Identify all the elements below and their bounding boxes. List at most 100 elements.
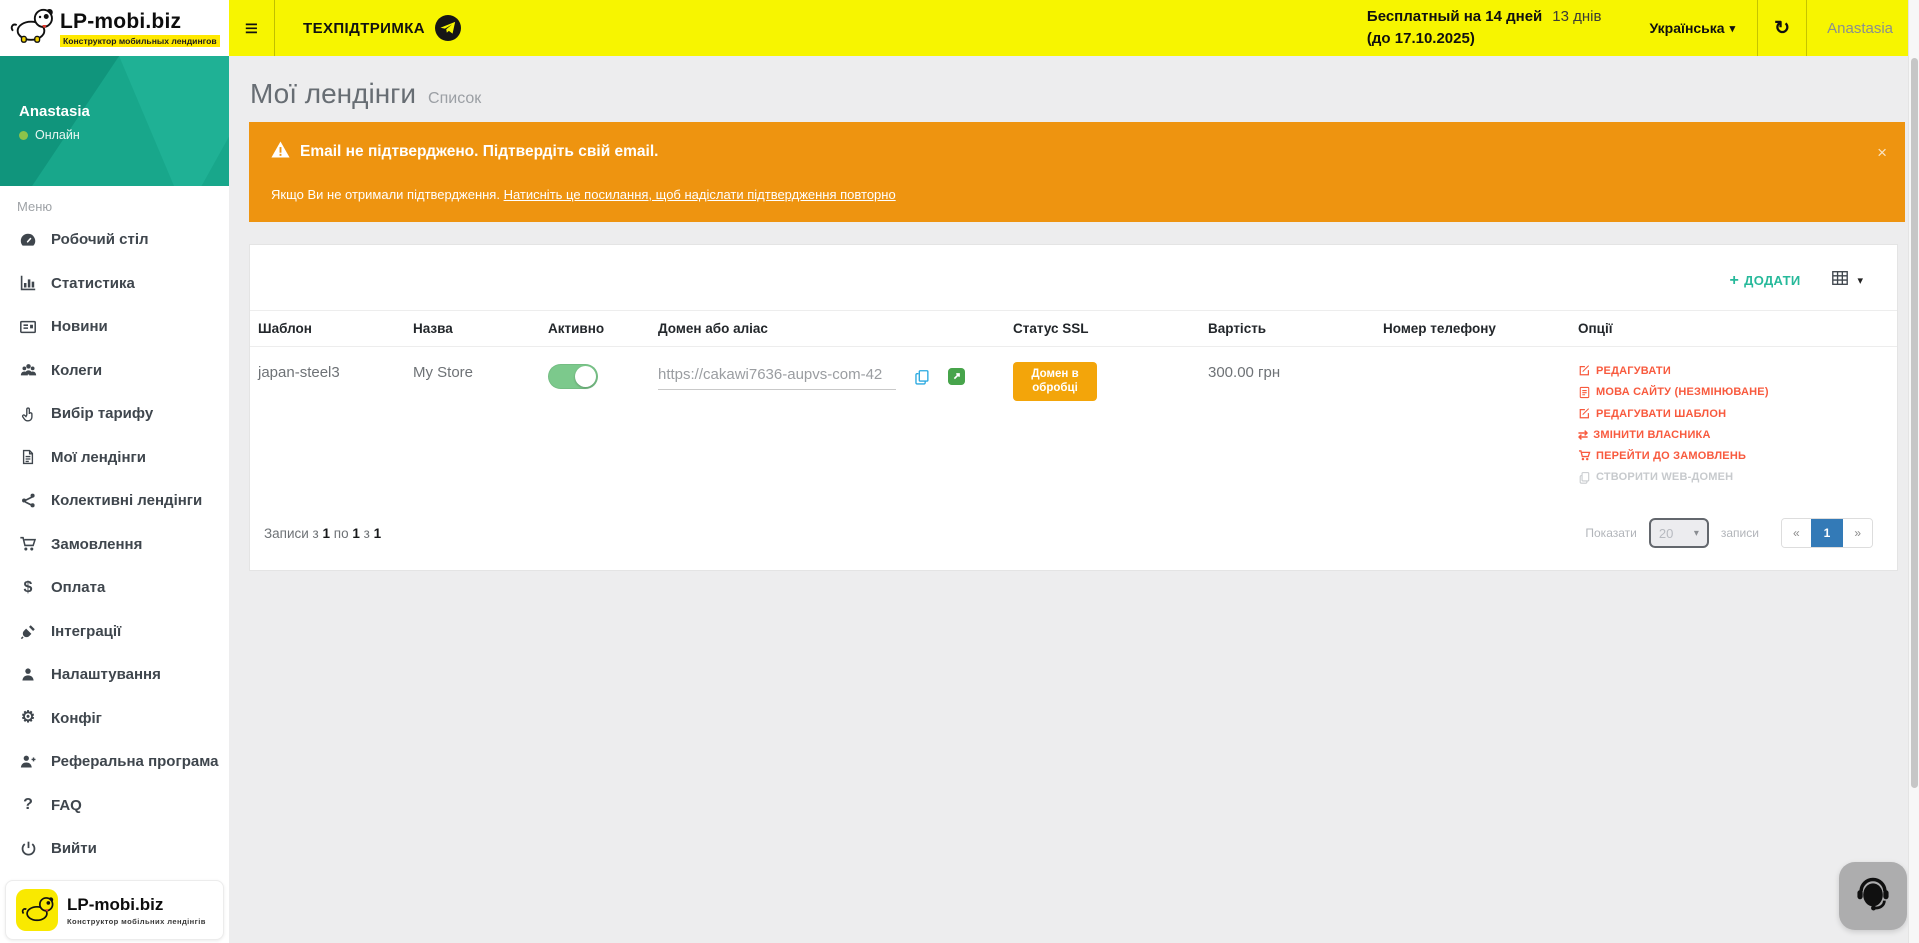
page-header: Мої лендінги Список	[249, 56, 1898, 122]
user-plus-icon	[18, 753, 38, 770]
col-active: Активно	[540, 311, 650, 347]
domain-input[interactable]	[658, 364, 896, 390]
support-chat-widget[interactable]	[1839, 862, 1907, 930]
bar-chart-icon	[18, 274, 38, 292]
sidebar-item-referral[interactable]: Реферальна програма	[0, 740, 229, 784]
open-external-icon[interactable]	[948, 368, 965, 385]
cell-domain	[650, 347, 1005, 503]
col-name: Назва	[405, 311, 540, 347]
edit-icon	[1578, 364, 1591, 377]
col-phone: Номер телефону	[1375, 311, 1570, 347]
power-icon	[18, 840, 38, 857]
telegram-icon	[435, 15, 461, 41]
hand-pointer-icon	[18, 405, 38, 423]
question-icon: ?	[18, 797, 38, 813]
pager-next-button[interactable]: »	[1843, 519, 1872, 547]
alert-text: Якщо Ви не отримали підтвердження.	[271, 187, 504, 202]
trial-title: Бесплатный на 14 дней	[1367, 6, 1542, 28]
online-status-dot	[19, 131, 28, 140]
refresh-icon: ↻	[1774, 17, 1790, 40]
records-info: Записи з 1 по 1 з 1	[264, 526, 381, 541]
users-icon	[18, 361, 38, 379]
option-change-owner[interactable]: ⇄ ЗМІНИТИ ВЛАСНИКА	[1578, 429, 1889, 441]
main-content: Мої лендінги Список Email не підтверджен…	[229, 56, 1919, 943]
sidebar-item-my-landings[interactable]: Мої лендінги	[0, 436, 229, 480]
sidebar-item-orders[interactable]: Замовлення	[0, 523, 229, 567]
caret-down-icon: ▾	[1857, 274, 1863, 287]
col-template: Шаблон	[250, 311, 405, 347]
dog-mascot-icon	[8, 6, 54, 51]
language-select[interactable]: Українська ▾	[1627, 0, 1757, 56]
cell-phone	[1375, 347, 1570, 503]
sidebar-item-colleagues[interactable]: Колеги	[0, 349, 229, 393]
ssl-status-badge: Домен в обробці	[1013, 362, 1097, 401]
support-label: ТЕХПІДТРИМКА	[303, 20, 425, 37]
trial-days-left: 13 днів	[1552, 6, 1601, 28]
col-domain: Домен або аліас	[650, 311, 1005, 347]
resend-confirmation-link[interactable]: Натисніть це посилання, щоб надіслати пі…	[504, 187, 896, 202]
alert-title: Email не підтверджено. Підтвердіть свій …	[300, 143, 658, 161]
menu-section-label: Меню	[0, 186, 229, 218]
sidebar-item-faq[interactable]: ? FAQ	[0, 784, 229, 828]
cell-price: 300.00 грн	[1200, 347, 1375, 503]
sidebar-item-payment[interactable]: $ Оплата	[0, 566, 229, 610]
cart-icon	[1578, 449, 1591, 462]
sidebar-user-panel: Anastasia Онлайн	[0, 56, 229, 186]
active-toggle[interactable]	[548, 364, 598, 389]
sidebar-item-logout[interactable]: Вийти	[0, 827, 229, 871]
edit-icon	[1578, 407, 1591, 420]
sidebar-footer-logo[interactable]: LP-mobi.biz Конструктор мобільних лендін…	[5, 880, 224, 940]
sidebar-item-settings[interactable]: Налаштування	[0, 653, 229, 697]
option-edit-template[interactable]: РЕДАГУВАТИ ШАБЛОН	[1578, 407, 1889, 420]
columns-dropdown[interactable]: ▾	[1830, 269, 1863, 292]
footer-logo-subtitle: Конструктор мобільних лендінгів	[67, 917, 206, 926]
hamburger-menu-button[interactable]: ≡	[229, 0, 275, 56]
show-label: Показати	[1585, 526, 1636, 540]
headset-icon	[1852, 873, 1894, 920]
sidebar-item-dashboard[interactable]: Робочий стіл	[0, 218, 229, 262]
copy-icon[interactable]	[913, 368, 931, 387]
page-size-select[interactable]: 20 ▾	[1649, 518, 1709, 548]
sidebar-item-config[interactable]: ⚙ Конфіг	[0, 697, 229, 741]
pager-prev-button[interactable]: «	[1782, 519, 1811, 547]
sidebar-item-news[interactable]: Новини	[0, 305, 229, 349]
trial-info: Бесплатный на 14 дней 13 днів (до 17.10.…	[1367, 0, 1602, 56]
col-price: Вартість	[1200, 311, 1375, 347]
app-logo[interactable]: LP-mobi.biz Конструктор мобильных лендин…	[0, 0, 229, 56]
sidebar-item-tariff[interactable]: Вибір тарифу	[0, 392, 229, 436]
pager-page-1[interactable]: 1	[1811, 519, 1844, 547]
support-link[interactable]: ТЕХПІДТРИМКА	[275, 0, 489, 56]
topbar: LP-mobi.biz Конструктор мобильных лендин…	[0, 0, 1919, 56]
sidebar-item-integrations[interactable]: Інтеграції	[0, 610, 229, 654]
cell-name: My Store	[405, 347, 540, 503]
option-go-to-orders[interactable]: ПЕРЕЙТИ ДО ЗАМОВЛЕНЬ	[1578, 449, 1889, 462]
plug-icon	[18, 623, 38, 640]
option-edit[interactable]: РЕДАГУВАТИ	[1578, 364, 1889, 377]
sidebar-menu: Робочий стіл Статистика Новини Колеги	[0, 218, 229, 871]
topbar-username[interactable]: Anastasia	[1807, 0, 1919, 56]
plus-icon: +	[1730, 272, 1740, 290]
sidebar-item-statistics[interactable]: Статистика	[0, 262, 229, 306]
table-row: japan-steel3 My Store	[250, 347, 1897, 503]
app-icon	[16, 889, 58, 931]
sidebar-item-collective-landings[interactable]: Колективні лендінги	[0, 479, 229, 523]
pagination: « 1 »	[1781, 518, 1873, 548]
dollar-icon: $	[18, 580, 38, 596]
news-icon	[18, 318, 38, 336]
topbar-yellow-area: ≡ ТЕХПІДТРИМКА Бесплатный на 14 дней 13 …	[229, 0, 1919, 56]
page-title: Мої лендінги	[250, 78, 416, 110]
option-create-web-domain: СТВОРИТИ WEB-ДОМЕН	[1578, 471, 1889, 484]
language-file-icon	[1578, 386, 1591, 399]
sidebar-user-status: Онлайн	[19, 128, 80, 142]
refresh-button[interactable]: ↻	[1758, 0, 1806, 56]
col-ssl-status: Статус SSL	[1005, 311, 1200, 347]
add-button[interactable]: + ДОДАТИ	[1730, 272, 1801, 290]
trial-until-date: (до 17.10.2025)	[1367, 28, 1602, 50]
cell-template: japan-steel3	[250, 347, 405, 503]
option-site-language[interactable]: МОВА САЙТУ (НЕЗМІНЮВАНЕ)	[1578, 386, 1889, 399]
logo-subtitle: Конструктор мобильных лендингов	[60, 35, 220, 47]
footer-logo-title: LP-mobi.biz	[67, 895, 206, 915]
scrollbar-thumb[interactable]	[1911, 58, 1918, 788]
close-icon[interactable]: ×	[1877, 144, 1887, 161]
warning-icon	[271, 141, 290, 163]
